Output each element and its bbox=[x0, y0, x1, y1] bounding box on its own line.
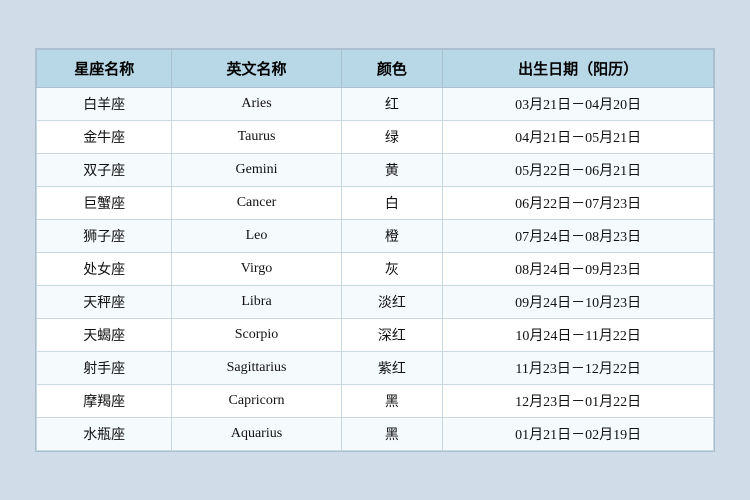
table-header-row: 星座名称 英文名称 颜色 出生日期（阳历） bbox=[37, 50, 714, 88]
cell-chinese: 射手座 bbox=[37, 352, 172, 385]
cell-chinese: 天秤座 bbox=[37, 286, 172, 319]
cell-english: Aquarius bbox=[172, 418, 341, 451]
cell-date: 03月21日－04月20日 bbox=[443, 88, 714, 121]
cell-chinese: 水瓶座 bbox=[37, 418, 172, 451]
table-row: 射手座Sagittarius紫红11月23日－12月22日 bbox=[37, 352, 714, 385]
cell-color: 黑 bbox=[341, 418, 443, 451]
cell-color: 红 bbox=[341, 88, 443, 121]
cell-english: Sagittarius bbox=[172, 352, 341, 385]
table-row: 金牛座Taurus绿04月21日－05月21日 bbox=[37, 121, 714, 154]
cell-date: 09月24日－10月23日 bbox=[443, 286, 714, 319]
cell-english: Libra bbox=[172, 286, 341, 319]
table-row: 白羊座Aries红03月21日－04月20日 bbox=[37, 88, 714, 121]
table-row: 摩羯座Capricorn黑12月23日－01月22日 bbox=[37, 385, 714, 418]
table-row: 水瓶座Aquarius黑01月21日－02月19日 bbox=[37, 418, 714, 451]
cell-date: 10月24日－11月22日 bbox=[443, 319, 714, 352]
cell-color: 橙 bbox=[341, 220, 443, 253]
cell-date: 06月22日－07月23日 bbox=[443, 187, 714, 220]
cell-english: Taurus bbox=[172, 121, 341, 154]
cell-color: 紫红 bbox=[341, 352, 443, 385]
cell-date: 07月24日－08月23日 bbox=[443, 220, 714, 253]
cell-date: 01月21日－02月19日 bbox=[443, 418, 714, 451]
cell-color: 白 bbox=[341, 187, 443, 220]
table-row: 巨蟹座Cancer白06月22日－07月23日 bbox=[37, 187, 714, 220]
cell-color: 灰 bbox=[341, 253, 443, 286]
cell-english: Cancer bbox=[172, 187, 341, 220]
header-date: 出生日期（阳历） bbox=[443, 50, 714, 88]
cell-date: 08月24日－09月23日 bbox=[443, 253, 714, 286]
header-english: 英文名称 bbox=[172, 50, 341, 88]
header-color: 颜色 bbox=[341, 50, 443, 88]
cell-english: Virgo bbox=[172, 253, 341, 286]
cell-color: 黄 bbox=[341, 154, 443, 187]
cell-english: Aries bbox=[172, 88, 341, 121]
cell-color: 深红 bbox=[341, 319, 443, 352]
cell-date: 11月23日－12月22日 bbox=[443, 352, 714, 385]
table-row: 双子座Gemini黄05月22日－06月21日 bbox=[37, 154, 714, 187]
table-row: 处女座Virgo灰08月24日－09月23日 bbox=[37, 253, 714, 286]
zodiac-table-wrapper: 星座名称 英文名称 颜色 出生日期（阳历） 白羊座Aries红03月21日－04… bbox=[35, 48, 715, 452]
table-row: 狮子座Leo橙07月24日－08月23日 bbox=[37, 220, 714, 253]
cell-date: 05月22日－06月21日 bbox=[443, 154, 714, 187]
cell-chinese: 狮子座 bbox=[37, 220, 172, 253]
cell-color: 绿 bbox=[341, 121, 443, 154]
cell-chinese: 摩羯座 bbox=[37, 385, 172, 418]
zodiac-table: 星座名称 英文名称 颜色 出生日期（阳历） 白羊座Aries红03月21日－04… bbox=[36, 49, 714, 451]
cell-english: Capricorn bbox=[172, 385, 341, 418]
cell-english: Scorpio bbox=[172, 319, 341, 352]
header-chinese: 星座名称 bbox=[37, 50, 172, 88]
table-row: 天蝎座Scorpio深红10月24日－11月22日 bbox=[37, 319, 714, 352]
cell-date: 12月23日－01月22日 bbox=[443, 385, 714, 418]
cell-chinese: 双子座 bbox=[37, 154, 172, 187]
cell-color: 黑 bbox=[341, 385, 443, 418]
cell-chinese: 巨蟹座 bbox=[37, 187, 172, 220]
cell-color: 淡红 bbox=[341, 286, 443, 319]
cell-chinese: 金牛座 bbox=[37, 121, 172, 154]
cell-english: Gemini bbox=[172, 154, 341, 187]
table-row: 天秤座Libra淡红09月24日－10月23日 bbox=[37, 286, 714, 319]
cell-english: Leo bbox=[172, 220, 341, 253]
cell-chinese: 白羊座 bbox=[37, 88, 172, 121]
cell-chinese: 处女座 bbox=[37, 253, 172, 286]
cell-chinese: 天蝎座 bbox=[37, 319, 172, 352]
cell-date: 04月21日－05月21日 bbox=[443, 121, 714, 154]
